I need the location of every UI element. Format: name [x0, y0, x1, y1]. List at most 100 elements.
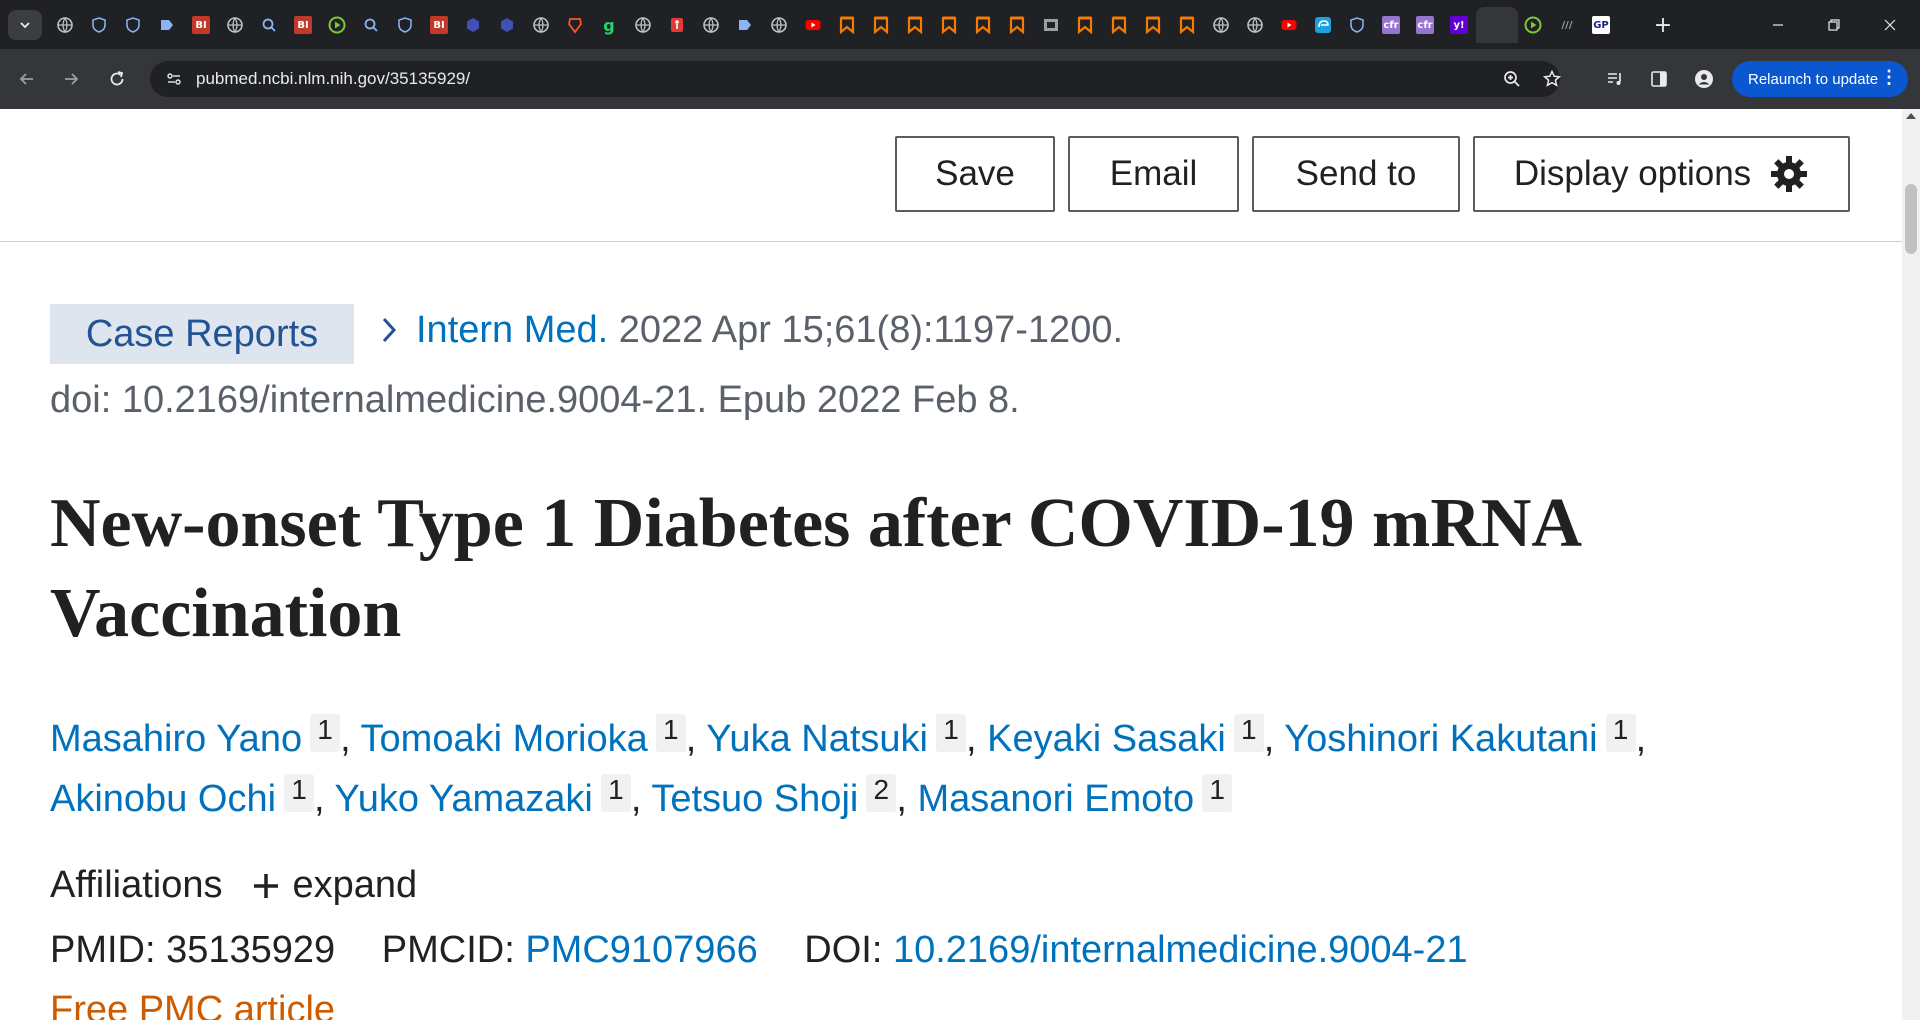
forward-arrow-icon	[65, 73, 79, 85]
browser-tab[interactable]	[320, 7, 354, 43]
browser-tab[interactable]	[1204, 7, 1238, 43]
expand-affiliations-button[interactable]: expand	[293, 864, 418, 907]
author-link[interactable]: Masahiro Yano	[50, 718, 302, 760]
side-panel-button[interactable]	[1644, 64, 1674, 94]
author-link[interactable]: Tomoaki Morioka	[361, 718, 648, 760]
browser-tab[interactable]	[830, 7, 864, 43]
email-button[interactable]: Email	[1068, 136, 1239, 212]
browser-tab[interactable]	[1476, 7, 1518, 45]
browser-tab[interactable]	[660, 7, 694, 43]
browser-tab[interactable]	[150, 7, 184, 43]
author-link[interactable]: Yoshinori Kakutani	[1284, 718, 1597, 760]
browser-tab[interactable]	[354, 7, 388, 43]
author-link[interactable]: Akinobu Ochi	[50, 778, 276, 820]
author-link[interactable]: Masanori Emoto	[917, 778, 1194, 820]
browser-tab[interactable]: y!	[1442, 7, 1476, 43]
close-window-button[interactable]	[1862, 0, 1918, 49]
magnifier-icon	[260, 16, 278, 34]
author-link[interactable]: Keyaki Sasaki	[987, 718, 1226, 760]
author-link[interactable]: Yuko Yamazaki	[334, 778, 592, 820]
browser-tab[interactable]	[1272, 7, 1306, 43]
affiliation-number[interactable]: 2	[866, 774, 897, 812]
scroll-thumb[interactable]	[1905, 184, 1917, 254]
back-button[interactable]	[12, 64, 42, 94]
browser-tab[interactable]	[524, 7, 558, 43]
affiliation-number[interactable]: 1	[310, 714, 341, 752]
url-text[interactable]: pubmed.ncbi.nlm.nih.gov/35135929/	[196, 69, 470, 89]
browser-tab[interactable]	[694, 7, 728, 43]
tab-search-button[interactable]	[8, 10, 42, 40]
browser-tab[interactable]	[1516, 7, 1550, 43]
browser-tab[interactable]	[490, 7, 524, 43]
browser-tab[interactable]	[796, 7, 830, 43]
browser-tab[interactable]	[456, 7, 490, 43]
affiliation-number[interactable]: 1	[655, 714, 686, 752]
new-tab-button[interactable]: +	[1649, 11, 1677, 39]
site-info-button[interactable]	[160, 65, 188, 93]
browser-tab[interactable]	[1238, 7, 1272, 43]
pmcid-link[interactable]: PMC9107966	[525, 929, 757, 971]
plus-icon[interactable]	[251, 871, 281, 901]
browser-tab[interactable]: BI	[286, 7, 320, 43]
send-to-button[interactable]: Send to	[1252, 136, 1460, 212]
browser-tab[interactable]: GP	[1584, 7, 1618, 43]
browser-tab[interactable]	[762, 7, 796, 43]
affiliation-number[interactable]: 1	[284, 774, 315, 812]
browser-tab[interactable]	[218, 7, 252, 43]
browser-tab[interactable]: ///	[1550, 7, 1584, 43]
page-scrollbar[interactable]	[1902, 109, 1920, 1020]
doi-link[interactable]: 10.2169/internalmedicine.9004-21	[893, 929, 1468, 971]
bookmark-ribbon-icon	[940, 16, 958, 34]
author-separator: ,	[1635, 718, 1647, 760]
affiliation-number[interactable]: 1	[600, 774, 631, 812]
browser-tab[interactable]	[626, 7, 660, 43]
profile-button[interactable]	[1689, 64, 1719, 94]
browser-tab[interactable]	[864, 7, 898, 43]
browser-tab[interactable]	[1102, 7, 1136, 43]
browser-tab[interactable]	[1306, 7, 1340, 43]
restore-button[interactable]	[1806, 0, 1862, 49]
browser-tab[interactable]	[252, 7, 286, 43]
save-button[interactable]: Save	[895, 136, 1055, 212]
free-pmc-article-badge[interactable]: Free PMC article	[50, 989, 335, 1020]
browser-tab[interactable]	[1136, 7, 1170, 43]
affiliation-number[interactable]: 1	[1233, 714, 1264, 752]
browser-tab[interactable]	[558, 7, 592, 43]
journal-link[interactable]: Intern Med.	[416, 309, 608, 351]
publication-type-badge[interactable]: Case Reports	[50, 304, 354, 364]
bookmark-star-button[interactable]	[1540, 67, 1564, 91]
browser-tab[interactable]	[1340, 7, 1374, 43]
browser-tab[interactable]	[966, 7, 1000, 43]
browser-tab[interactable]	[1000, 7, 1034, 43]
display-options-button[interactable]: Display options	[1473, 136, 1850, 212]
browser-tab[interactable]	[48, 7, 82, 43]
browser-tab[interactable]	[388, 7, 422, 43]
relaunch-to-update-button[interactable]: Relaunch to update ⋮	[1732, 61, 1908, 97]
browser-tab[interactable]	[116, 7, 150, 43]
affiliation-number[interactable]: 1	[935, 714, 966, 752]
browser-tab[interactable]: cfr	[1408, 7, 1442, 43]
browser-tab[interactable]	[898, 7, 932, 43]
browser-tab[interactable]: BI	[422, 7, 456, 43]
minimize-button[interactable]	[1750, 0, 1806, 49]
author-link[interactable]: Tetsuo Shoji	[651, 778, 858, 820]
browser-tab[interactable]: BI	[184, 7, 218, 43]
affiliation-number[interactable]: 1	[1605, 714, 1636, 752]
reload-button[interactable]	[102, 64, 132, 94]
address-bar[interactable]: pubmed.ncbi.nlm.nih.gov/35135929/	[150, 61, 1562, 97]
browser-tab[interactable]	[728, 7, 762, 43]
author-link[interactable]: Yuka Natsuki	[706, 718, 928, 760]
browser-tab[interactable]	[932, 7, 966, 43]
browser-tab[interactable]	[1034, 7, 1068, 43]
forward-button[interactable]	[56, 64, 86, 94]
affiliation-number[interactable]: 1	[1202, 774, 1233, 812]
zoom-button[interactable]	[1500, 67, 1524, 91]
scroll-up-arrow-icon[interactable]	[1906, 113, 1916, 119]
cube-icon	[464, 16, 482, 34]
browser-tab[interactable]	[1068, 7, 1102, 43]
browser-tab[interactable]	[1170, 7, 1204, 43]
browser-tab[interactable]: cfr	[1374, 7, 1408, 43]
browser-tab[interactable]	[82, 7, 116, 43]
reading-list-button[interactable]	[1600, 64, 1630, 94]
browser-tab[interactable]: g	[592, 7, 626, 43]
